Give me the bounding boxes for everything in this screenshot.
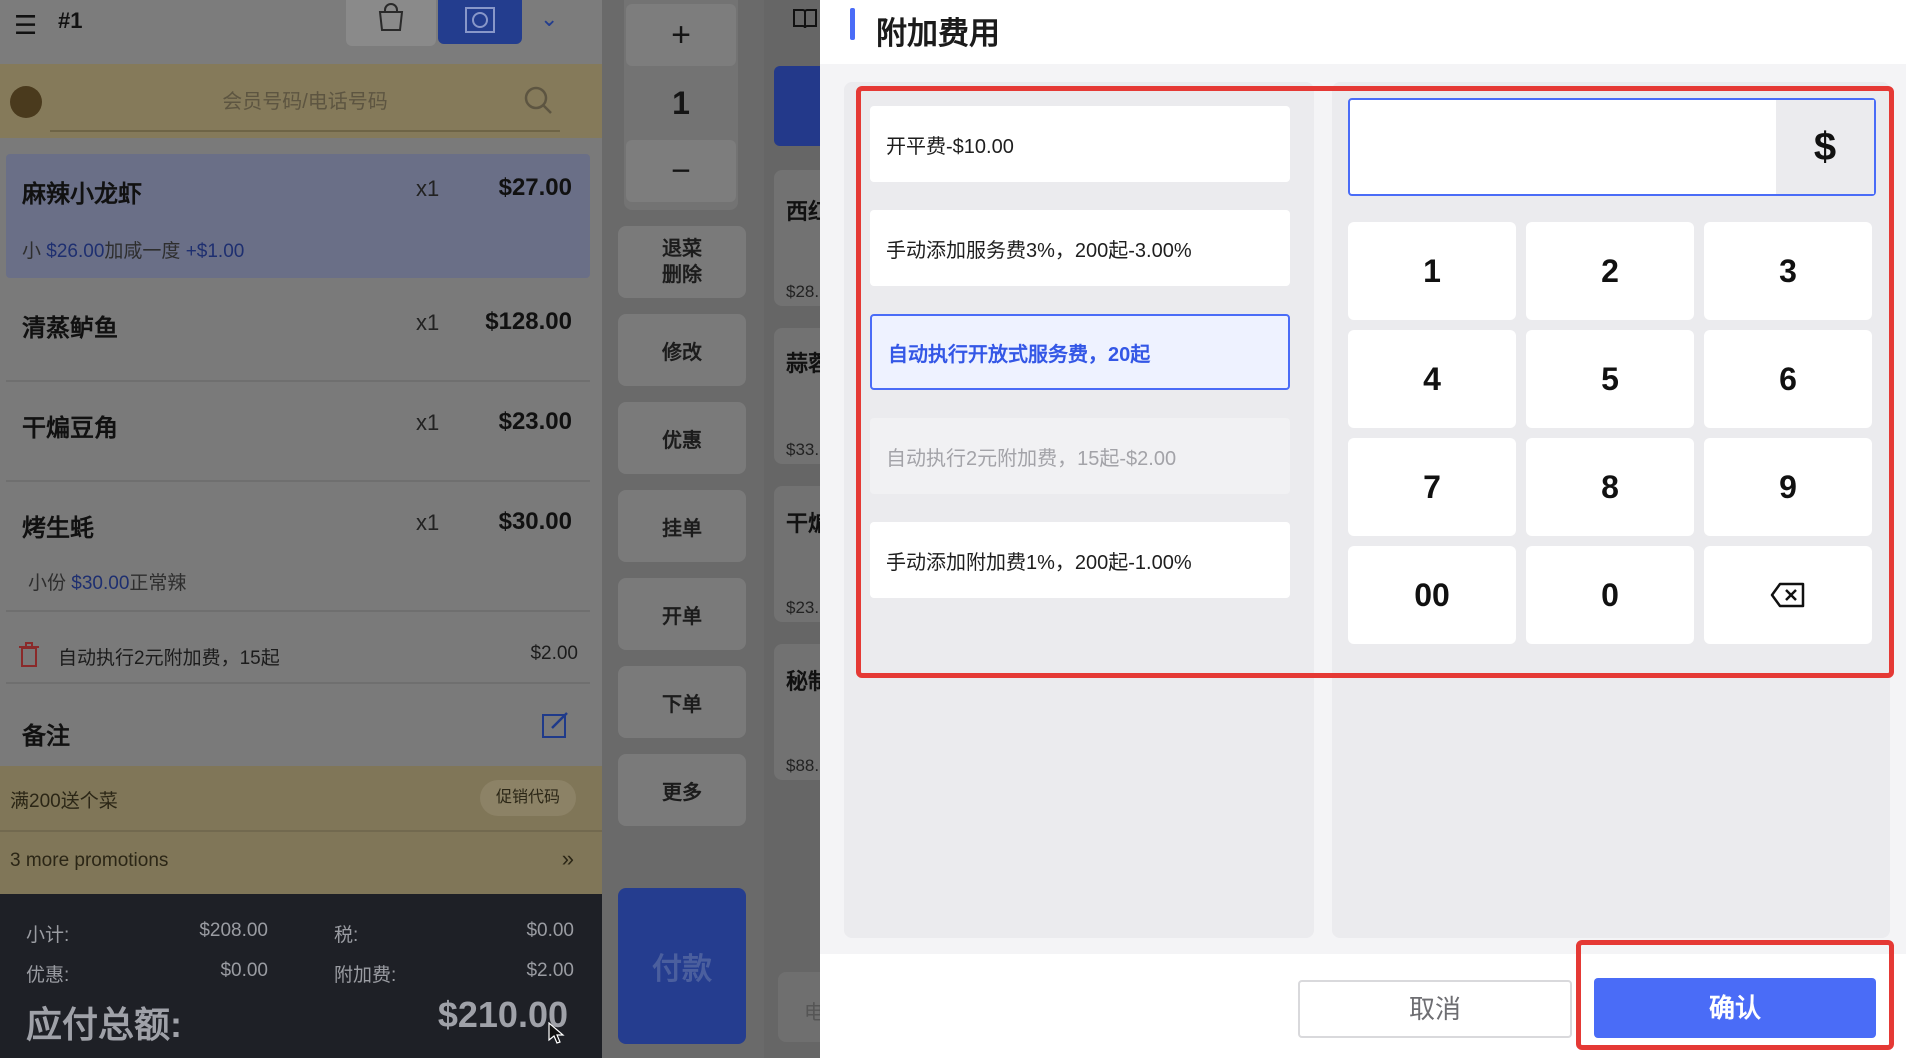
menu-item-price: $28. bbox=[786, 282, 820, 301]
more-promotions-link[interactable]: 3 more promotions bbox=[10, 850, 168, 872]
surcharge-label: 自动执行2元附加费，15起 bbox=[58, 648, 280, 669]
divider bbox=[0, 830, 602, 832]
discount-button[interactable]: 优惠 bbox=[618, 402, 746, 474]
item-price: $27.00 bbox=[498, 174, 572, 201]
item-name: 麻辣小龙虾 bbox=[22, 181, 142, 208]
place-order-button[interactable]: 下单 bbox=[618, 666, 746, 738]
subtotal-label: 小计: bbox=[26, 925, 70, 946]
item-qty: x1 bbox=[416, 410, 440, 435]
table-number: #1 bbox=[58, 8, 83, 33]
menu-item-card[interactable]: 秘制 $88. bbox=[774, 644, 830, 780]
menu-item-card[interactable]: 干煸 $23. bbox=[774, 486, 830, 622]
dialog-title: 附加费用 bbox=[876, 16, 1000, 51]
highlight-box bbox=[1576, 940, 1894, 1050]
item-note: 小份 $30.00正常辣 bbox=[28, 573, 187, 594]
promotion-bar: 满200送个菜 促销代码 3 more promotions » bbox=[0, 766, 602, 894]
remark-label: 备注 bbox=[22, 723, 70, 750]
surcharge-dialog: 附加费用 开平费-$10.00 手动添加服务费3%，200起-3.00% 自动执… bbox=[820, 0, 1906, 1058]
item-name: 清蒸鲈鱼 bbox=[22, 315, 118, 342]
trash-icon[interactable] bbox=[18, 642, 40, 668]
discount-label: 优惠: bbox=[26, 965, 70, 986]
highlight-box bbox=[856, 86, 1894, 678]
item-name: 烤生蚝 bbox=[22, 515, 94, 542]
cancel-button[interactable]: 取消 bbox=[1298, 980, 1572, 1038]
quantity-value: 1 bbox=[672, 85, 690, 121]
item-price: $23.00 bbox=[498, 408, 572, 435]
surcharge-row: 自动执行2元附加费，15起 $2.00 bbox=[6, 626, 590, 684]
decrease-button[interactable]: − bbox=[626, 140, 736, 202]
surcharge-amount: $2.00 bbox=[530, 643, 578, 664]
order-item[interactable]: 干煸豆角 x1 $23.00 bbox=[6, 384, 590, 482]
edit-icon[interactable] bbox=[540, 710, 570, 740]
member-search-input[interactable]: 会员号码/电话号码 bbox=[50, 80, 560, 132]
order-item[interactable]: 烤生蚝 x1 $30.00 小份 $30.00正常辣 bbox=[6, 484, 590, 612]
item-qty: x1 bbox=[416, 310, 440, 335]
bag-icon bbox=[378, 3, 404, 31]
double-chevron-icon[interactable]: » bbox=[562, 846, 574, 872]
menu-list-icon[interactable]: ☰ bbox=[14, 12, 40, 38]
delete-label: 删除 bbox=[662, 264, 702, 286]
increase-button[interactable]: + bbox=[626, 4, 736, 66]
menu-item-price: $23. bbox=[786, 598, 820, 617]
menu-item-card[interactable]: 蒜蓉 $33. bbox=[774, 328, 830, 464]
void-label: 退菜 bbox=[662, 238, 702, 260]
open-order-button[interactable]: 开单 bbox=[618, 578, 746, 650]
dine-in-tab[interactable] bbox=[438, 0, 522, 44]
surcharge-total-value: $2.00 bbox=[526, 960, 574, 981]
pay-button[interactable]: 付款 bbox=[618, 888, 746, 1044]
discount-value: $0.00 bbox=[220, 960, 268, 981]
item-qty: x1 bbox=[416, 510, 440, 535]
member-badge-icon bbox=[10, 86, 42, 118]
order-item[interactable]: 麻辣小龙虾 x1 $27.00 小 $26.00加咸一度 +$1.00 bbox=[6, 154, 590, 278]
title-accent bbox=[850, 8, 855, 40]
totals-panel: 小计: $208.00 税: $0.00 优惠: $0.00 附加费: $2.0… bbox=[0, 894, 602, 1058]
menu-category-tab[interactable] bbox=[774, 66, 824, 146]
subtotal-value: $208.00 bbox=[199, 920, 268, 941]
mouse-cursor-icon bbox=[548, 1022, 565, 1044]
search-icon[interactable] bbox=[522, 84, 554, 116]
promotion-text: 满200送个菜 bbox=[10, 791, 118, 812]
item-price: $30.00 bbox=[498, 508, 572, 535]
item-qty: x1 bbox=[416, 176, 440, 201]
promo-code-button[interactable]: 促销代码 bbox=[480, 780, 576, 816]
menu-item-price: $33. bbox=[786, 440, 820, 459]
item-name: 干煸豆角 bbox=[22, 415, 118, 442]
menu-item-card[interactable]: 西红 $28. bbox=[774, 170, 830, 306]
tax-label: 税: bbox=[334, 925, 359, 946]
modify-button[interactable]: 修改 bbox=[618, 314, 746, 386]
remark-row: 备注 bbox=[6, 694, 590, 764]
chevron-down-icon[interactable]: ⌄ bbox=[540, 6, 558, 32]
surcharge-total-label: 附加费: bbox=[334, 965, 397, 986]
order-item[interactable]: 清蒸鲈鱼 x1 $128.00 bbox=[6, 286, 590, 382]
menu-item-price: $88. bbox=[786, 756, 820, 775]
takeout-tab[interactable] bbox=[346, 0, 436, 46]
grand-total-label: 应付总额: bbox=[26, 1004, 182, 1045]
tax-value: $0.00 bbox=[526, 920, 574, 941]
book-icon[interactable] bbox=[792, 6, 818, 32]
void-delete-button[interactable]: 退菜 删除 bbox=[618, 226, 746, 298]
more-button[interactable]: 更多 bbox=[618, 754, 746, 826]
hold-order-button[interactable]: 挂单 bbox=[618, 490, 746, 562]
menu-search-input[interactable]: 电 bbox=[778, 972, 824, 1042]
item-note: 小 $26.00加咸一度 +$1.00 bbox=[22, 241, 245, 262]
item-price: $128.00 bbox=[485, 308, 572, 335]
dine-icon bbox=[465, 7, 495, 33]
